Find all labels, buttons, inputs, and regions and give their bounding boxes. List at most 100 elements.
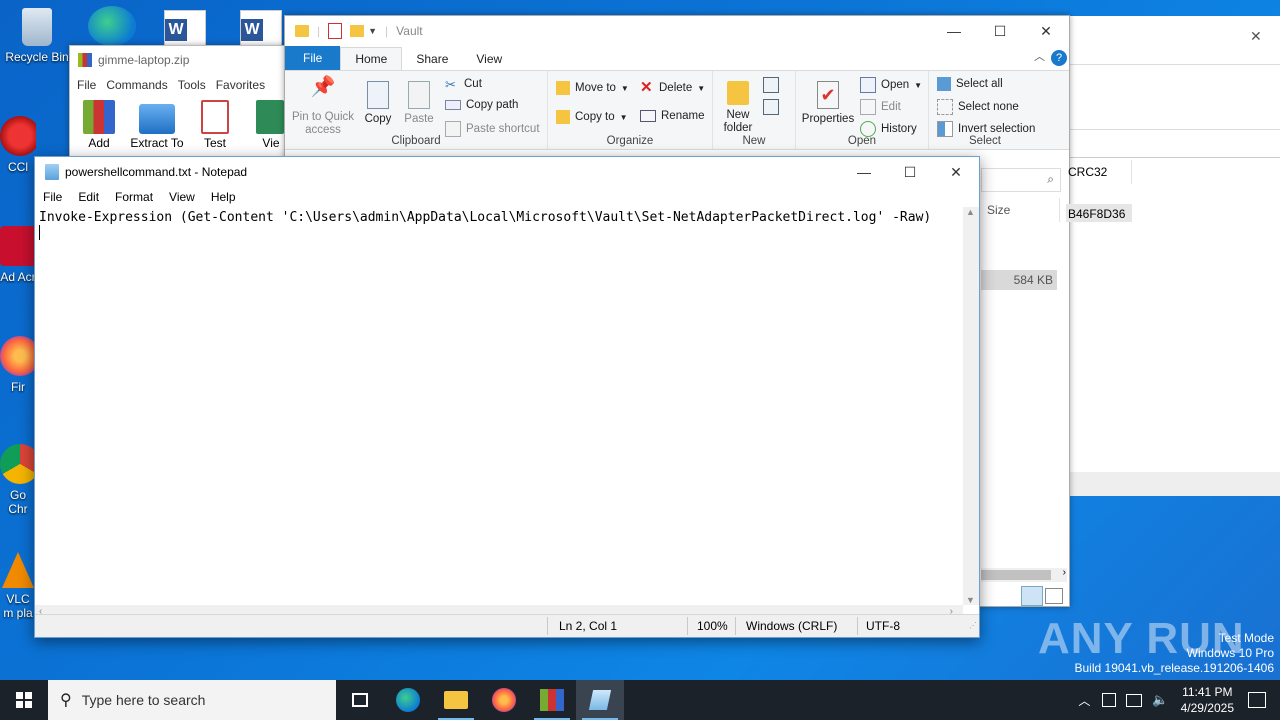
- resize-grip-icon[interactable]: ⋰: [969, 621, 977, 630]
- desktop-icon-chrome[interactable]: Go Chr: [0, 444, 36, 516]
- desktop-icon-recycle-bin[interactable]: Recycle Bin: [2, 8, 72, 64]
- paste-shortcut-label: Paste shortcut: [466, 123, 540, 135]
- taskbar-notepad[interactable]: [576, 680, 624, 720]
- easy-access-icon[interactable]: [763, 99, 779, 115]
- maximize-button[interactable]: ☐: [887, 157, 933, 187]
- taskbar-edge[interactable]: [384, 680, 432, 720]
- close-button[interactable]: ✕: [1023, 16, 1069, 46]
- winrar-window[interactable]: gimme-laptop.zip File Commands Tools Fav…: [69, 45, 287, 162]
- winrar-menu-tools[interactable]: Tools: [173, 78, 211, 92]
- collapse-ribbon-icon[interactable]: ︿: [1028, 48, 1051, 70]
- select-none-button[interactable]: Select none: [937, 99, 1019, 115]
- cut-button[interactable]: ✂ Cut: [445, 77, 482, 92]
- properties-button[interactable]: ✔ Properties: [800, 81, 856, 126]
- size-column-header[interactable]: Size: [987, 203, 1010, 217]
- taskbar-winrar[interactable]: [528, 680, 576, 720]
- new-item-icon[interactable]: [763, 77, 779, 93]
- copy-path-button[interactable]: Copy path: [445, 99, 518, 111]
- menu-file[interactable]: File: [35, 190, 70, 204]
- vertical-scrollbar[interactable]: ▲ ▼: [963, 207, 979, 605]
- tab-view[interactable]: View: [462, 48, 516, 70]
- rename-button[interactable]: Rename: [640, 110, 704, 122]
- desktop-icon-label: Recycle Bin: [5, 50, 69, 64]
- copy-button[interactable]: Copy: [361, 81, 395, 126]
- large-icons-view-icon[interactable]: [1045, 588, 1063, 604]
- properties-quick-icon[interactable]: [328, 23, 343, 39]
- select-all-button[interactable]: Select all: [937, 77, 1003, 91]
- menu-format[interactable]: Format: [107, 190, 161, 204]
- selected-row[interactable]: 584 KB: [981, 270, 1057, 290]
- help-icon[interactable]: ?: [1051, 50, 1067, 66]
- background-window[interactable]: ✕: [1068, 16, 1280, 496]
- winrar-test-button[interactable]: Test: [186, 96, 244, 150]
- word-document-icon[interactable]: W: [164, 10, 206, 48]
- menu-help[interactable]: Help: [203, 190, 244, 204]
- word-document-icon[interactable]: W: [240, 10, 282, 48]
- text-editor[interactable]: Invoke-Expression (Get-Content 'C:\Users…: [35, 207, 963, 605]
- taskbar-firefox[interactable]: [480, 680, 528, 720]
- network-icon[interactable]: [1126, 693, 1143, 707]
- task-view-button[interactable]: [336, 680, 384, 720]
- minimize-button[interactable]: —: [931, 16, 977, 46]
- volume-icon[interactable]: 🔈: [1152, 692, 1168, 708]
- close-icon[interactable]: ✕: [1250, 28, 1262, 45]
- maximize-button[interactable]: ☐: [977, 16, 1023, 46]
- scroll-up-icon[interactable]: ▲: [966, 207, 975, 217]
- winrar-add-button[interactable]: Add: [70, 96, 128, 150]
- horizontal-scrollbar[interactable]: ›: [981, 567, 1067, 582]
- taskbar-file-explorer[interactable]: [432, 680, 480, 720]
- edge-desktop-icon[interactable]: [88, 6, 136, 46]
- scroll-right-icon[interactable]: ›: [1063, 567, 1066, 578]
- scroll-down-icon[interactable]: ▼: [966, 595, 975, 605]
- copy-label: Copy: [364, 113, 392, 125]
- tab-share[interactable]: Share: [402, 48, 462, 70]
- desktop-icon-ccleaner[interactable]: CCl: [0, 116, 36, 174]
- tab-file[interactable]: File: [285, 46, 341, 70]
- new-folder-quick-icon[interactable]: [350, 25, 365, 37]
- menu-view[interactable]: View: [161, 190, 203, 204]
- notifications-icon[interactable]: [1248, 692, 1266, 708]
- ccleaner-icon: [0, 116, 36, 156]
- minimize-button[interactable]: —: [841, 157, 887, 187]
- desktop-icon-label: CCl: [8, 160, 28, 174]
- delete-button[interactable]: ✕ Delete ▼: [640, 80, 705, 95]
- file-size: 584 KB: [1013, 273, 1053, 287]
- search-box[interactable]: ⌕: [981, 168, 1061, 192]
- new-folder-button[interactable]: New folder: [717, 81, 759, 135]
- desktop-icon-label: VLC m pla: [3, 592, 33, 620]
- winrar-view-button[interactable]: Vie: [244, 96, 286, 150]
- start-button[interactable]: [0, 680, 48, 720]
- search-input[interactable]: ⚲ Type here to search: [48, 680, 336, 720]
- desktop-icon-firefox[interactable]: Fir: [0, 336, 36, 394]
- recycle-bin-icon: [22, 8, 52, 46]
- notepad-window[interactable]: powershellcommand.txt - Notepad — ☐ ✕ Fi…: [34, 156, 980, 638]
- open-button[interactable]: Open ▼: [860, 77, 922, 93]
- chevron-down-icon[interactable]: ▼: [368, 26, 377, 36]
- paste-button[interactable]: Paste: [401, 81, 437, 126]
- edit-icon: [860, 99, 876, 115]
- copy-to-icon: [556, 110, 570, 124]
- clock[interactable]: 11:41 PM 4/29/2025: [1181, 684, 1234, 716]
- menu-edit[interactable]: Edit: [70, 190, 107, 204]
- tab-home[interactable]: Home: [340, 47, 403, 70]
- delete-label: Delete: [659, 82, 693, 94]
- show-hidden-icons-icon[interactable]: ︿: [1078, 692, 1090, 709]
- winrar-menu-favorites[interactable]: Favorites: [211, 78, 270, 92]
- details-view-icon[interactable]: [1021, 586, 1043, 606]
- edit-button[interactable]: Edit: [860, 99, 901, 115]
- tray-device-icon[interactable]: [1102, 693, 1117, 707]
- winrar-extract-button[interactable]: Extract To: [128, 96, 186, 150]
- desktop-icon-vlc[interactable]: VLC m pla: [0, 552, 36, 620]
- winrar-menu-commands[interactable]: Commands: [101, 78, 172, 92]
- crc-column-header[interactable]: CRC32: [1068, 165, 1107, 179]
- copy-to-button[interactable]: Copy to ▼: [556, 110, 628, 124]
- move-to-button[interactable]: Move to ▼: [556, 81, 629, 95]
- clock-time: 11:41 PM: [1182, 685, 1233, 699]
- open-label: Open: [881, 79, 910, 91]
- pin-quick-access-button[interactable]: 📌 Pin to Quick access: [291, 77, 355, 137]
- close-button[interactable]: ✕: [933, 157, 979, 187]
- desktop-icon-acrobat[interactable]: Ad Acr: [0, 226, 36, 284]
- rename-label: Rename: [661, 110, 705, 122]
- rename-icon: [640, 110, 656, 122]
- winrar-menu-file[interactable]: File: [72, 78, 101, 92]
